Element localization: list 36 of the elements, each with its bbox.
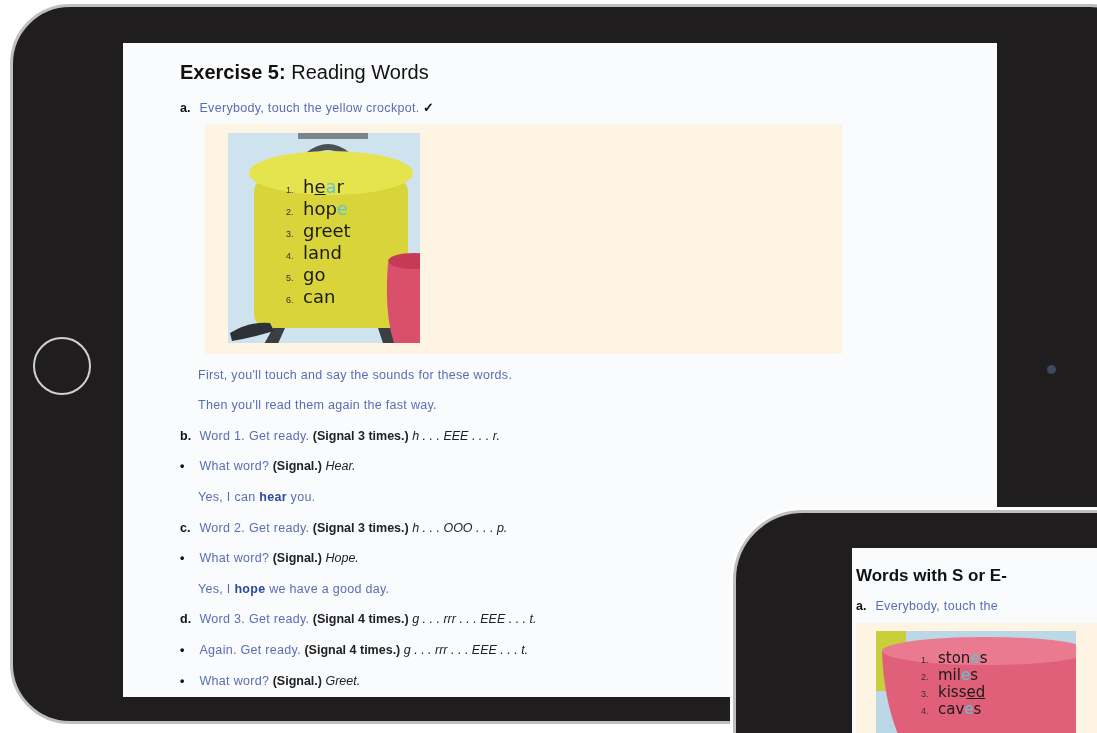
exercise-title: Exercise 5: Reading Words	[180, 61, 430, 84]
script-line: a. Everybody, touch the yellow crockpot. ✓	[180, 100, 434, 116]
list-word: hope	[303, 197, 348, 219]
list-number: 4.	[921, 705, 930, 716]
list-word: land	[303, 241, 342, 263]
script-line: c. Word 2. Get ready. (Signal 3 times.) h . . . OOO . . . p.	[180, 519, 508, 536]
list-number: 5.	[286, 272, 295, 283]
script-line: Yes, I hope we have a good day.	[197, 580, 390, 597]
exercise-title: Words with S or E-	[856, 566, 1008, 586]
script-line: • What word? (Signal.) Hear.	[180, 458, 356, 475]
script-line: • What word? (Signal.) Greet.	[180, 672, 361, 689]
script-line: Yes, I can hear you.	[197, 488, 316, 505]
script-line: First, you'll touch and say the sounds for these words.	[197, 366, 513, 383]
script-line: a. Everybody, touch the	[856, 598, 998, 614]
script-line: • What word? (Signal.) Hope.	[180, 550, 359, 567]
script-line: b. Word 1. Get ready. (Signal 3 times.) h . . . EEE . . . r.	[180, 427, 500, 444]
script-line: • Again. Get ready. (Signal 4 times.) g . . . rrr . . . EEE . . . t.	[180, 641, 529, 658]
list-number: 4.	[286, 250, 295, 261]
list-word: go	[303, 263, 326, 285]
list-number: 3.	[286, 228, 295, 239]
list-word: hear	[303, 175, 344, 197]
list-number: 6.	[286, 294, 295, 305]
list-word: can	[303, 285, 336, 307]
list-word: miles	[938, 665, 978, 684]
camera-icon	[1047, 365, 1056, 374]
list-number: 3.	[921, 688, 930, 699]
list-word: stones	[938, 648, 988, 667]
list-word: caves	[938, 699, 982, 718]
list-word: kissed	[938, 682, 986, 701]
list-number: 1.	[286, 184, 295, 195]
list-number: 2.	[286, 206, 295, 217]
script-line: Then you'll read them again the fast way.	[197, 397, 437, 414]
list-number: 1.	[921, 654, 930, 665]
list-word: greet	[303, 219, 351, 241]
list-number: 2.	[921, 671, 930, 682]
script-line: d. Word 3. Get ready. (Signal 4 times.) g . . . rrr . . . EEE . . . t.	[180, 611, 537, 628]
